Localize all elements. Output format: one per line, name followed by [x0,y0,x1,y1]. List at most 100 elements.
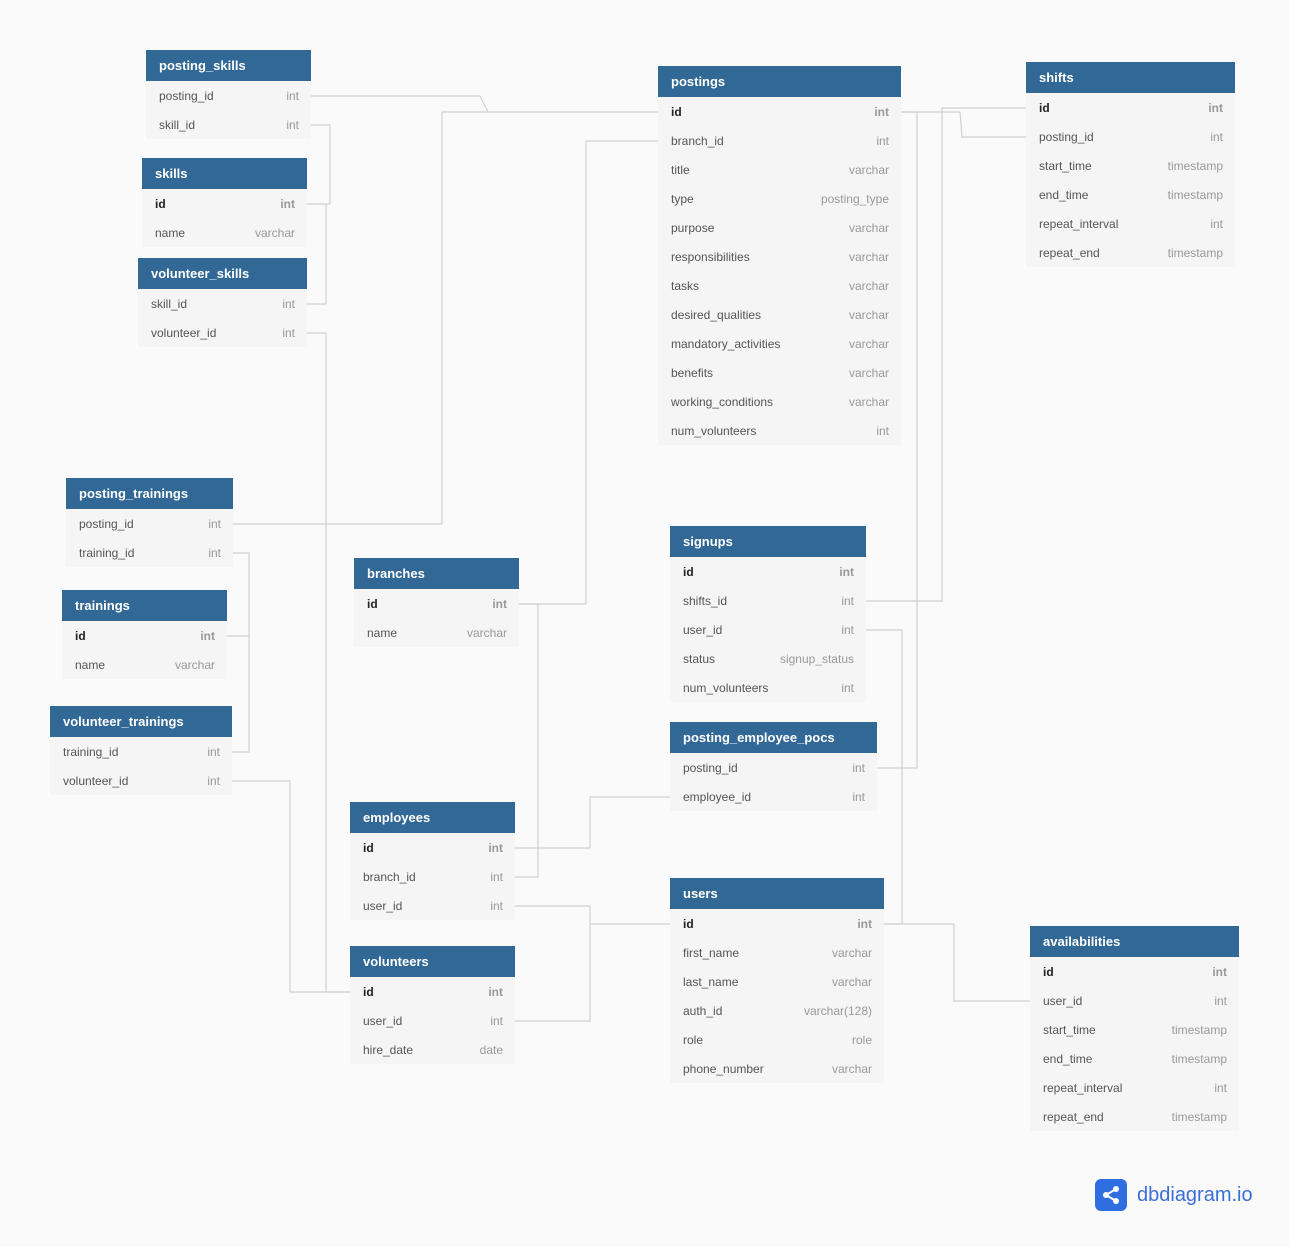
field-row[interactable]: shifts_id int [670,586,866,615]
table-header[interactable]: availabilities [1030,926,1239,957]
relationship-line[interactable] [901,111,1026,138]
field-row[interactable]: posting_id int [670,753,877,782]
table-header[interactable]: postings [658,66,901,97]
relationship-line[interactable] [884,923,1030,1002]
table-volunteers[interactable]: volunteers id int user_id int hire_date date [350,946,515,1064]
field-row[interactable]: benefits varchar [658,358,901,387]
table-posting-skills[interactable]: posting_skills posting_id int skill_id int [146,50,311,139]
field-row[interactable]: id int [142,189,307,218]
field-row[interactable]: title varchar [658,155,901,184]
field-row[interactable]: user_id int [670,615,866,644]
table-branches[interactable]: branches id int name varchar [354,558,519,647]
field-row[interactable]: id int [670,557,866,586]
field-row[interactable]: posting_id int [1026,122,1235,151]
field-row[interactable]: status signup_status [670,644,866,673]
table-trainings[interactable]: trainings id int name varchar [62,590,227,679]
table-postings[interactable]: postings id int branch_id int title varchar typ… [658,66,901,445]
table-employees[interactable]: employees id int branch_id int user_id int [350,802,515,920]
table-header[interactable]: posting_skills [146,50,311,81]
field-row[interactable]: branch_id int [658,126,901,155]
table-header[interactable]: skills [142,158,307,189]
field-row[interactable]: user_id int [350,1006,515,1035]
field-row[interactable]: responsibilities varchar [658,242,901,271]
table-header[interactable]: signups [670,526,866,557]
table-header[interactable]: volunteers [350,946,515,977]
table-header[interactable]: volunteer_skills [138,258,307,289]
field-row[interactable]: posting_id int [66,509,233,538]
field-row[interactable]: desired_qualities varchar [658,300,901,329]
field-row[interactable]: role role [670,1025,884,1054]
field-row[interactable]: user_id int [350,891,515,920]
table-users[interactable]: users id int first_name varchar last_name varc… [670,878,884,1083]
relationship-line[interactable] [232,780,350,993]
field-row[interactable]: training_id int [50,737,232,766]
field-name: repeat_end [1039,245,1100,260]
field-row[interactable]: volunteer_id int [138,318,307,347]
field-row[interactable]: repeat_end timestamp [1026,238,1235,267]
field-row[interactable]: num_volunteers int [670,673,866,702]
table-posting-trainings[interactable]: posting_trainings posting_id int training_i… [66,478,233,567]
table-shifts[interactable]: shifts id int posting_id int start_time timest… [1026,62,1235,267]
field-row[interactable]: auth_id varchar(128) [670,996,884,1025]
field-row[interactable]: employee_id int [670,782,877,811]
field-name: user_id [1043,993,1083,1008]
field-row[interactable]: repeat_interval int [1030,1073,1239,1102]
field-row[interactable]: id int [354,589,519,618]
table-header[interactable]: employees [350,802,515,833]
table-volunteer-skills[interactable]: volunteer_skills skill_id int volunteer_id i… [138,258,307,347]
field-row[interactable]: id int [350,833,515,862]
table-skills[interactable]: skills id int name varchar [142,158,307,247]
table-header[interactable]: posting_trainings [66,478,233,509]
field-row[interactable]: posting_id int [146,81,311,110]
table-header[interactable]: trainings [62,590,227,621]
field-row[interactable]: volunteer_id int [50,766,232,795]
field-row[interactable]: id int [62,621,227,650]
relationship-line[interactable] [307,204,327,305]
relationship-line[interactable] [307,332,350,993]
relationship-line[interactable] [515,905,670,925]
field-row[interactable]: first_name varchar [670,938,884,967]
field-row[interactable]: tasks varchar [658,271,901,300]
field-row[interactable]: start_time timestamp [1026,151,1235,180]
table-posting-employee-pocs[interactable]: posting_employee_pocs posting_id int employ… [670,722,877,811]
field-row[interactable]: repeat_interval int [1026,209,1235,238]
field-row[interactable]: last_name varchar [670,967,884,996]
table-header[interactable]: posting_employee_pocs [670,722,877,753]
relationship-line[interactable] [311,95,658,113]
table-volunteer-trainings[interactable]: volunteer_trainings training_id int volunte… [50,706,232,795]
field-row[interactable]: id int [350,977,515,1006]
dbdiagram-logo[interactable]: dbdiagram.io [1095,1179,1253,1211]
field-row[interactable]: hire_date date [350,1035,515,1064]
table-header[interactable]: volunteer_trainings [50,706,232,737]
field-row[interactable]: num_volunteers int [658,416,901,445]
field-row[interactable]: name varchar [62,650,227,679]
table-header[interactable]: branches [354,558,519,589]
field-row[interactable]: training_id int [66,538,233,567]
field-row[interactable]: id int [1030,957,1239,986]
table-signups[interactable]: signups id int shifts_id int user_id int status… [670,526,866,702]
table-availabilities[interactable]: availabilities id int user_id int start_time t… [1030,926,1239,1131]
field-row[interactable]: type posting_type [658,184,901,213]
field-row[interactable]: purpose varchar [658,213,901,242]
field-row[interactable]: repeat_end timestamp [1030,1102,1239,1131]
field-row[interactable]: branch_id int [350,862,515,891]
table-header[interactable]: shifts [1026,62,1235,93]
field-row[interactable]: skill_id int [146,110,311,139]
field-row[interactable]: start_time timestamp [1030,1015,1239,1044]
field-row[interactable]: end_time timestamp [1030,1044,1239,1073]
field-row[interactable]: skill_id int [138,289,307,318]
field-row[interactable]: end_time timestamp [1026,180,1235,209]
field-row[interactable]: name varchar [142,218,307,247]
field-row[interactable]: id int [670,909,884,938]
field-row[interactable]: mandatory_activities varchar [658,329,901,358]
relationship-line[interactable] [519,140,658,605]
field-row[interactable]: phone_number varchar [670,1054,884,1083]
relationship-line[interactable] [232,636,250,753]
field-row[interactable]: id int [1026,93,1235,122]
field-row[interactable]: id int [658,97,901,126]
relationship-line[interactable] [515,924,591,1022]
field-row[interactable]: user_id int [1030,986,1239,1015]
table-header[interactable]: users [670,878,884,909]
field-row[interactable]: name varchar [354,618,519,647]
field-row[interactable]: working_conditions varchar [658,387,901,416]
